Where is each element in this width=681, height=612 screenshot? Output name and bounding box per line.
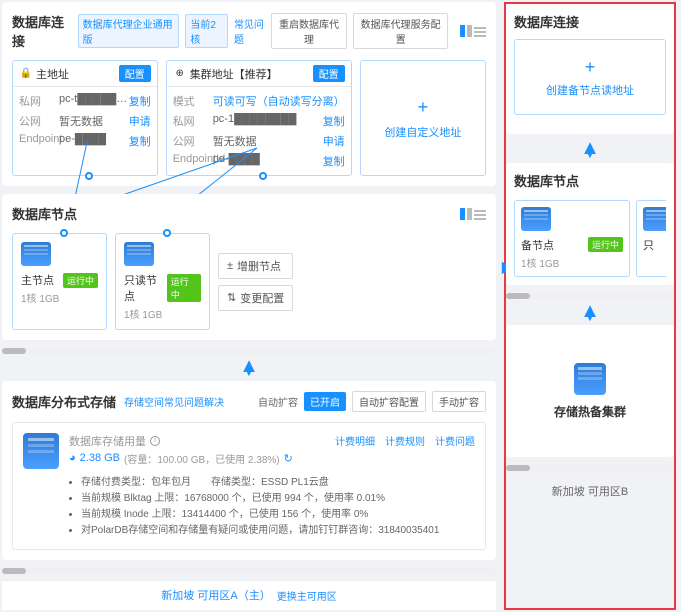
manual-expand-button[interactable]: 手动扩容 bbox=[432, 391, 486, 412]
panel-title: 数据库分布式存储 bbox=[12, 392, 116, 411]
refresh-icon[interactable]: ↻ bbox=[284, 452, 293, 465]
backup-nodes-panel: 数据库节点 备节点运行中 1核 1GB 只 bbox=[506, 163, 674, 285]
panel-title: 数据库节点 bbox=[12, 204, 77, 223]
proxy-service-config-button[interactable]: 数据库代理服务配置 bbox=[353, 13, 448, 49]
status-badge: 运行中 bbox=[63, 273, 98, 288]
backend-tag: 当前2核 bbox=[185, 14, 228, 48]
server-icon bbox=[21, 242, 51, 266]
plus-icon: + bbox=[585, 57, 596, 78]
storage-icon bbox=[574, 363, 606, 395]
backup-node-card[interactable]: 备节点运行中 1核 1GB bbox=[514, 200, 630, 277]
backup-storage-panel: 存储热备集群 bbox=[506, 325, 674, 457]
apply-link[interactable]: 申请 bbox=[129, 113, 151, 129]
copy-link[interactable]: 复制 bbox=[323, 113, 345, 129]
primary-address-box: 🔒主地址 配置 私网pc-t████████复制 公网暂无数据申请 Endpoi… bbox=[12, 60, 158, 176]
create-backup-read-address[interactable]: + 创建备节点读地址 bbox=[514, 39, 666, 115]
add-remove-node-button[interactable]: ±增删节点 bbox=[218, 253, 293, 279]
view-toggle[interactable] bbox=[460, 25, 486, 37]
scrollbar[interactable] bbox=[2, 568, 496, 574]
globe-icon: ⊕ bbox=[173, 67, 187, 81]
storage-faq-link[interactable]: 存储空间常见问题解决 bbox=[124, 394, 224, 409]
copy-link[interactable]: 复制 bbox=[323, 153, 345, 169]
auto-expand-toggle[interactable]: 已开启 bbox=[304, 392, 346, 411]
scrollbar[interactable] bbox=[506, 293, 674, 299]
billing-rule-link[interactable]: 计费规则 bbox=[385, 433, 425, 448]
double-arrow-icon: ▲▼ bbox=[580, 142, 600, 159]
db-nodes-panel: 数据库节点 主节点运行中 1核 1GB 只读节点运行中 1核 1GB ±增删节点… bbox=[2, 194, 496, 340]
view-toggle[interactable] bbox=[460, 208, 486, 220]
server-icon bbox=[521, 207, 551, 231]
footer-right: 新加坡 可用区B bbox=[506, 477, 674, 505]
double-arrow-icon: ▲▼ bbox=[239, 360, 259, 377]
backup-connection-panel: 数据库连接 + 创建备节点读地址 bbox=[506, 4, 674, 134]
info-icon[interactable]: i bbox=[150, 436, 160, 446]
change-az-link[interactable]: 更换主可用区 bbox=[277, 588, 337, 603]
copy-link[interactable]: 复制 bbox=[129, 133, 151, 149]
panel-title: 数据库节点 bbox=[514, 171, 666, 190]
scrollbar[interactable] bbox=[2, 348, 496, 354]
double-arrow-icon: ▲▼ bbox=[580, 305, 600, 322]
primary-node-card[interactable]: 主节点运行中 1核 1GB bbox=[12, 233, 107, 330]
db-storage-panel: 数据库分布式存储 存储空间常见问题解决 自动扩容 已开启 自动扩容配置 手动扩容… bbox=[2, 381, 496, 560]
footer-left: 新加坡 可用区A（主） 更换主可用区 bbox=[2, 580, 496, 610]
copy-link[interactable]: 复制 bbox=[129, 93, 151, 109]
auto-expand-config-button[interactable]: 自动扩容配置 bbox=[352, 391, 426, 412]
server-icon bbox=[643, 207, 666, 231]
status-badge: 运行中 bbox=[588, 237, 623, 252]
change-config-button[interactable]: ⇅变更配置 bbox=[218, 285, 293, 311]
panel-title: 数据库连接 bbox=[514, 12, 666, 31]
lock-icon: 🔒 bbox=[19, 67, 33, 81]
config-button[interactable]: 配置 bbox=[313, 65, 345, 82]
server-icon bbox=[124, 242, 154, 266]
plus-icon: + bbox=[418, 97, 429, 118]
panel-title: 数据库连接 bbox=[12, 12, 72, 50]
cluster-address-box: ⊕集群地址【推荐】 配置 模式可读可写（自动读写分离） 私网pc-1██████… bbox=[166, 60, 352, 176]
apply-link[interactable]: 申请 bbox=[323, 133, 345, 149]
swap-icon: ⇅ bbox=[227, 291, 236, 304]
proxy-tag: 数据库代理企业通用版 bbox=[78, 14, 180, 48]
plus-minus-icon: ± bbox=[227, 260, 233, 272]
db-connection-panel: 数据库连接 数据库代理企业通用版 当前2核 常见问题 重启数据库代理 数据库代理… bbox=[2, 2, 496, 186]
scrollbar[interactable] bbox=[506, 465, 674, 471]
clock-icon: ◕ bbox=[69, 452, 76, 464]
create-custom-address[interactable]: + 创建自定义地址 bbox=[360, 60, 486, 176]
storage-usage-value: 2.38 GB bbox=[80, 452, 120, 464]
faq-link[interactable]: 常见问题 bbox=[234, 16, 271, 46]
restart-proxy-button[interactable]: 重启数据库代理 bbox=[271, 13, 348, 49]
billing-detail-link[interactable]: 计费明细 bbox=[335, 433, 375, 448]
node-card-partial[interactable]: 只 bbox=[636, 200, 666, 277]
backup-storage-label: 存储热备集群 bbox=[554, 403, 626, 420]
status-badge: 运行中 bbox=[167, 274, 201, 302]
config-button[interactable]: 配置 bbox=[119, 65, 151, 82]
billing-faq-link[interactable]: 计费问题 bbox=[435, 433, 475, 448]
storage-icon bbox=[23, 433, 59, 469]
readonly-node-card[interactable]: 只读节点运行中 1核 1GB bbox=[115, 233, 210, 330]
